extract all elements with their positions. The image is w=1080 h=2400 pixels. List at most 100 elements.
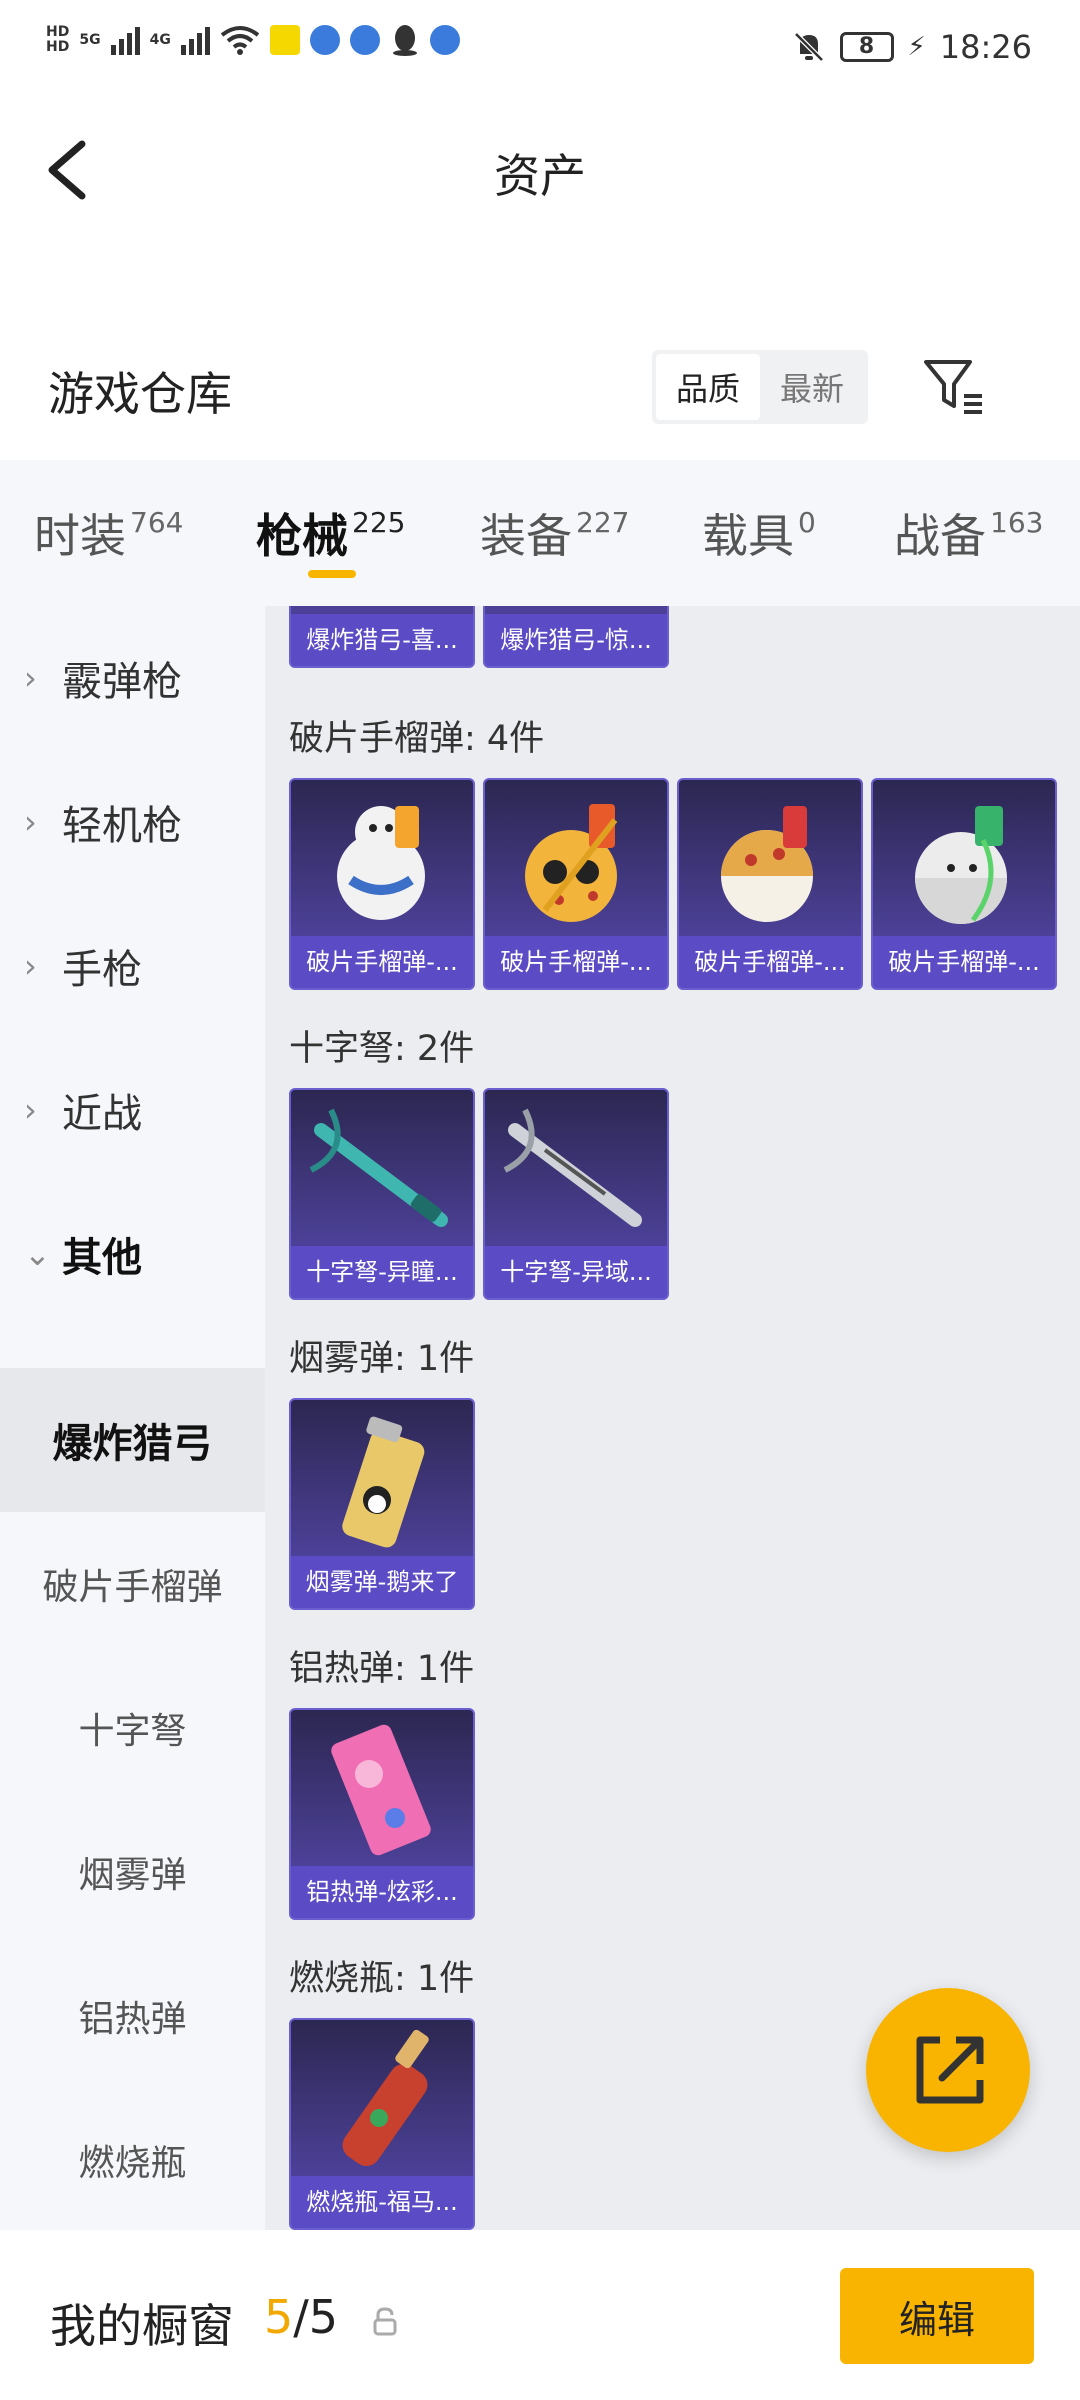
tab-fashion[interactable]: 时装 764 [34, 500, 183, 566]
app-header: 资产 [0, 100, 1080, 240]
item-card[interactable]: 爆炸猎弓-惊... [483, 606, 669, 668]
chevron-right-icon: › [24, 947, 37, 985]
tab-label: 装备 [480, 509, 572, 563]
sidebar-item-melee[interactable]: › 近战 [0, 1038, 265, 1182]
thermite-image [331, 1724, 431, 1856]
category-sidebar: › 霰弹枪 › 轻机枪 › 手枪 › 近战 ⌄ 其他 爆炸猎弓 破片手榴弹 十字… [0, 606, 265, 2230]
chevron-down-icon: ⌄ [24, 1235, 51, 1273]
showcase-separator: / [293, 2290, 309, 2344]
item-card[interactable]: 爆炸猎弓-喜... [289, 606, 475, 668]
sidebar-sub-frag-grenade[interactable]: 破片手榴弹 [0, 1512, 265, 1656]
hd-indicator: HD HD [46, 25, 69, 55]
showcase-bar: 我的橱窗 5/5 编辑 [0, 2230, 1080, 2400]
sort-quality-button[interactable]: 品质 [656, 354, 760, 420]
charging-icon: ⚡ [907, 32, 926, 62]
item-caption: 燃烧瓶-福马... [291, 2176, 473, 2228]
clock: 18:26 [939, 28, 1032, 66]
tab-equipment[interactable]: 装备 227 [480, 500, 629, 566]
wifi-icon [220, 26, 260, 55]
item-card[interactable]: 十字弩-异域... [483, 1088, 669, 1300]
item-card[interactable]: 燃烧瓶-福马... [289, 2018, 475, 2230]
sidebar-item-lmg[interactable]: › 轻机枪 [0, 750, 265, 894]
lock-icon[interactable] [370, 2306, 400, 2336]
item-caption: 烟雾弹-鹅来了 [291, 1556, 473, 1608]
group-title-frag-grenade: 破片手榴弹: 4件 [289, 719, 545, 759]
app-notification-icon-3 [349, 25, 380, 55]
crossbow-image [503, 1108, 642, 1227]
status-left: HD HD 5G 4G [46, 24, 460, 56]
active-tab-indicator [308, 570, 356, 578]
signal-icon-2 [180, 25, 210, 55]
sort-toggle: 品质 最新 [652, 350, 868, 424]
item-grid: 爆炸猎弓-喜... 爆炸猎弓-惊... 破片手榴弹: 4件 破片手榴弹-... … [265, 606, 1080, 2230]
group-title-molotov: 燃烧瓶: 1件 [289, 1959, 475, 1999]
tab-label: 时装 [34, 509, 126, 563]
crossbow-image [309, 1108, 448, 1227]
showcase-used: 5 [264, 2290, 294, 2344]
share-fab-button[interactable] [866, 1988, 1030, 2152]
grenade-image [721, 806, 813, 922]
sidebar-item-pistol[interactable]: › 手枪 [0, 894, 265, 1038]
chevron-right-icon: › [24, 1091, 37, 1129]
item-card[interactable]: 破片手榴弹-... [871, 778, 1057, 990]
hd-label-2: HD [46, 39, 70, 55]
sidebar-item-label: 近战 [62, 1091, 142, 1137]
tab-label: 枪械 [256, 509, 348, 563]
filter-icon[interactable] [920, 356, 990, 416]
item-card[interactable]: 破片手榴弹-... [483, 778, 669, 990]
sidebar-item-other[interactable]: ⌄ 其他 [0, 1182, 265, 1326]
showcase-count: 5/5 [264, 2290, 338, 2344]
grenade-image [525, 804, 618, 922]
item-card[interactable]: 十字弩-异瞳... [289, 1088, 475, 1300]
tab-label: 战备 [894, 509, 986, 563]
app-notification-icon-2 [309, 25, 340, 55]
item-card[interactable]: 破片手榴弹-... [289, 778, 475, 990]
item-caption: 铝热弹-炫彩... [291, 1866, 473, 1918]
sidebar-sub-molotov[interactable]: 燃烧瓶 [0, 2088, 265, 2232]
sidebar-sub-thermite[interactable]: 铝热弹 [0, 1944, 265, 2088]
share-icon [916, 2036, 984, 2104]
edit-button[interactable]: 编辑 [840, 2268, 1034, 2364]
hd-label-1: HD [46, 24, 70, 40]
sidebar-item-label: 轻机枪 [62, 803, 182, 849]
showcase-title: 我的橱窗 [50, 2299, 234, 2353]
qq-icon [392, 25, 417, 56]
signal-icon [110, 25, 140, 55]
tab-label: 载具 [702, 509, 794, 563]
category-tabs: 时装 764 枪械 225 装备 227 载具 0 战备 163 [0, 460, 1080, 606]
item-caption: 破片手榴弹-... [679, 936, 861, 988]
sidebar-sub-smoke-grenade[interactable]: 烟雾弹 [0, 1800, 265, 1944]
group-title-smoke-grenade: 烟雾弹: 1件 [289, 1339, 475, 1379]
tab-guns[interactable]: 枪械 225 [256, 500, 405, 566]
app-notification-icon-4 [429, 25, 460, 55]
molotov-image [342, 2029, 429, 2167]
network-4g-label: 4G [149, 32, 171, 48]
sidebar-item-shotgun[interactable]: › 霰弹枪 [0, 606, 265, 750]
sidebar-sub-crossbow[interactable]: 十字弩 [0, 1656, 265, 1800]
item-caption: 破片手榴弹-... [485, 936, 667, 988]
chevron-right-icon: › [24, 803, 37, 841]
item-caption: 十字弩-异域... [485, 1246, 667, 1298]
item-card[interactable]: 烟雾弹-鹅来了 [289, 1398, 475, 1610]
status-bar: HD HD 5G 4G 8 ⚡ 18:26 [0, 0, 1080, 100]
section-title: 游戏仓库 [48, 367, 232, 421]
network-5g-label: 5G [79, 32, 101, 48]
sort-latest-button[interactable]: 最新 [760, 354, 864, 420]
sidebar-sub-explosive-bow[interactable]: 爆炸猎弓 [0, 1368, 265, 1512]
tab-count: 227 [576, 506, 630, 539]
item-caption: 爆炸猎弓-喜... [291, 614, 473, 666]
item-caption: 破片手榴弹-... [291, 936, 473, 988]
item-caption: 爆炸猎弓-惊... [485, 614, 667, 666]
item-card[interactable]: 铝热弹-炫彩... [289, 1708, 475, 1920]
app-notification-icon [269, 25, 300, 55]
chevron-right-icon: › [24, 659, 37, 697]
sidebar-item-label: 其他 [62, 1235, 142, 1281]
item-card[interactable]: 破片手榴弹-... [677, 778, 863, 990]
tab-count: 163 [990, 506, 1044, 539]
tab-vehicles[interactable]: 载具 0 [702, 500, 816, 566]
tab-count: 764 [130, 506, 184, 539]
battery-icon: 8 [839, 32, 894, 62]
tab-count: 0 [798, 506, 816, 539]
item-caption: 破片手榴弹-... [873, 936, 1055, 988]
tab-supplies[interactable]: 战备 163 [894, 500, 1043, 566]
